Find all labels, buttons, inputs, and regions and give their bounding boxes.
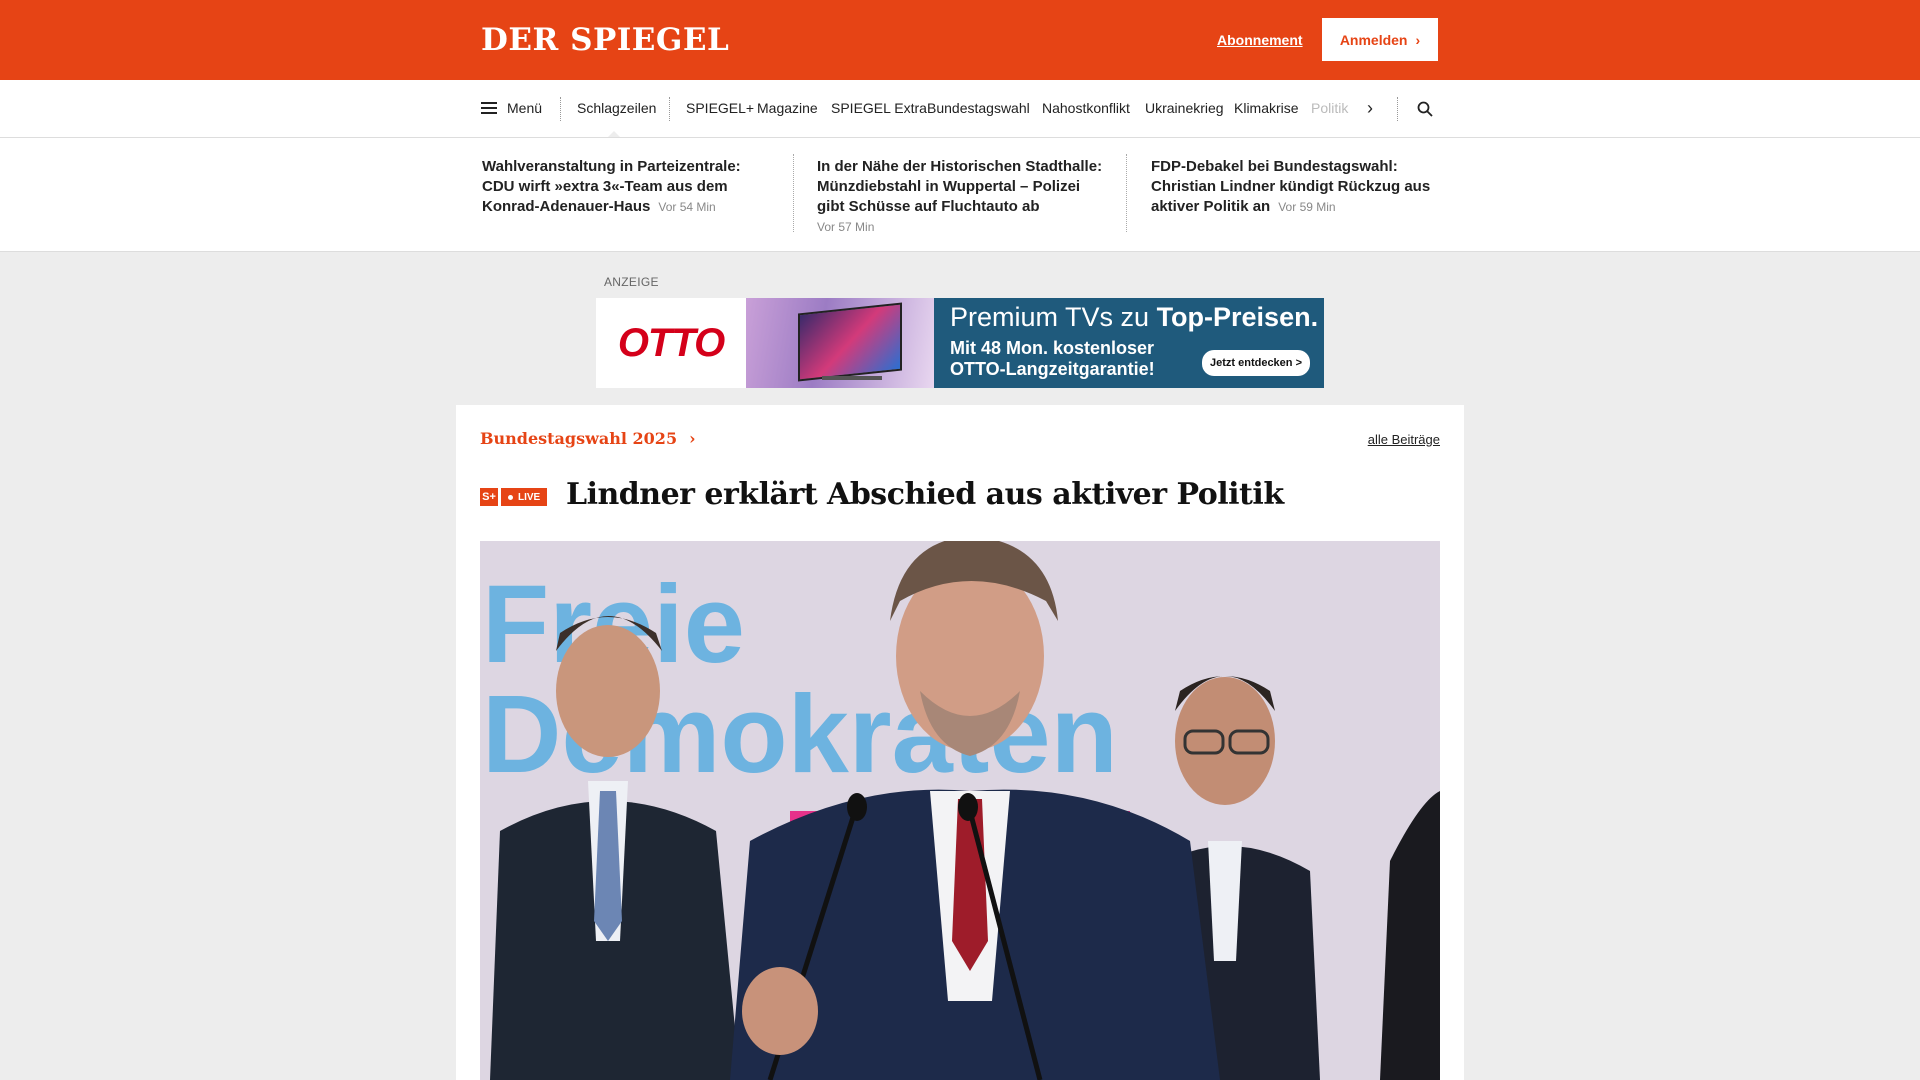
ad-subline: Mit 48 Mon. kostenloser OTTO-Langzeitgar… [950,338,1155,379]
spiegel-plus-badge: S+ [480,488,498,506]
headline-teasers: Wahlveranstaltung in Parteizentrale: CDU… [0,138,1920,252]
teaser-item[interactable]: FDP-Debakel bei Bundestagswahl: Christia… [1151,157,1437,217]
nav-item-spiegel-plus[interactable]: SPIEGEL+ [686,100,754,116]
nav-item-politik[interactable]: Politik [1311,100,1348,116]
menu-label: Menü [507,100,543,116]
ad-label: ANZEIGE [604,275,659,289]
nav-divider [669,97,670,121]
teaser-time: Vor 57 Min [817,220,875,234]
tv-icon [798,302,902,382]
nav-divider [560,97,561,121]
search-icon[interactable] [1417,101,1433,117]
teaser-divider [1126,154,1127,232]
chevron-right-icon: › [1415,31,1421,48]
main-navigation: Menü Schlagzeilen SPIEGEL+ Magazine SPIE… [0,80,1920,138]
ad-cta-button[interactable]: Jetzt entdecken > [1202,350,1310,376]
article-card: Bundestagswahl 2025 › alle Beiträge S+ L… [456,405,1464,1080]
photo-people-illustration [490,541,1440,1080]
tv-image [746,298,934,388]
nav-item-klimakrise[interactable]: Klimakrise [1234,100,1299,116]
nav-divider [1397,97,1398,121]
nav-scroll-right-icon[interactable]: › [1367,98,1373,119]
teaser-time: Vor 59 Min [1278,200,1336,214]
article-badges: S+ LIVE [480,488,548,506]
spiegel-logo[interactable]: DER SPIEGEL [481,22,729,58]
nav-item-nahostkonflikt[interactable]: Nahostkonflikt [1042,100,1130,116]
live-dot-icon [508,494,513,500]
nav-item-schlagzeilen[interactable]: Schlagzeilen [577,100,656,116]
page: DER SPIEGEL Abonnement Anmelden › Menü S… [0,0,1920,1080]
all-posts-link[interactable]: alle Beiträge [1368,432,1440,447]
article-headline[interactable]: Lindner erklärt Abschied aus aktiver Pol… [566,477,1284,512]
nav-item-magazine[interactable]: Magazine [757,100,818,116]
menu-button[interactable]: Menü [481,100,542,116]
teaser-divider [793,154,794,232]
hamburger-icon [481,102,497,114]
nav-item-spiegel-extra[interactable]: SPIEGEL Extra [831,100,927,116]
teaser-item[interactable]: Wahlveranstaltung in Parteizentrale: CDU… [482,157,768,217]
teaser-title: In der Nähe der Historischen Stadthalle:… [817,158,1103,215]
top-bar: DER SPIEGEL Abonnement Anmelden › [0,0,1920,80]
live-badge: LIVE [501,488,548,506]
abonnement-link[interactable]: Abonnement [1217,32,1303,48]
ad-headline: Premium TVs zu Top-Preisen. [950,302,1319,332]
teaser-time: Vor 54 Min [658,200,716,214]
nav-item-bundestagswahl[interactable]: Bundestagswahl [927,100,1030,116]
article-photo[interactable]: Freie Demokraten [480,541,1440,1080]
kicker-label: Bundestagswahl 2025 [480,429,678,448]
otto-logo: OTTO [596,298,746,388]
live-label: LIVE [518,491,541,503]
teaser-item[interactable]: In der Nähe der Historischen Stadthalle:… [817,157,1103,237]
active-indicator [608,131,620,137]
section-kicker[interactable]: Bundestagswahl 2025 › [480,429,695,448]
login-label: Anmelden [1339,31,1408,48]
nav-item-ukrainekrieg[interactable]: Ukrainekrieg [1145,100,1224,116]
ad-banner[interactable]: OTTO Premium TVs zu Top-Preisen. Mit 48 … [596,298,1324,388]
tv-stand [822,376,882,380]
login-button[interactable]: Anmelden › [1322,18,1438,61]
chevron-right-icon: › [689,429,696,448]
